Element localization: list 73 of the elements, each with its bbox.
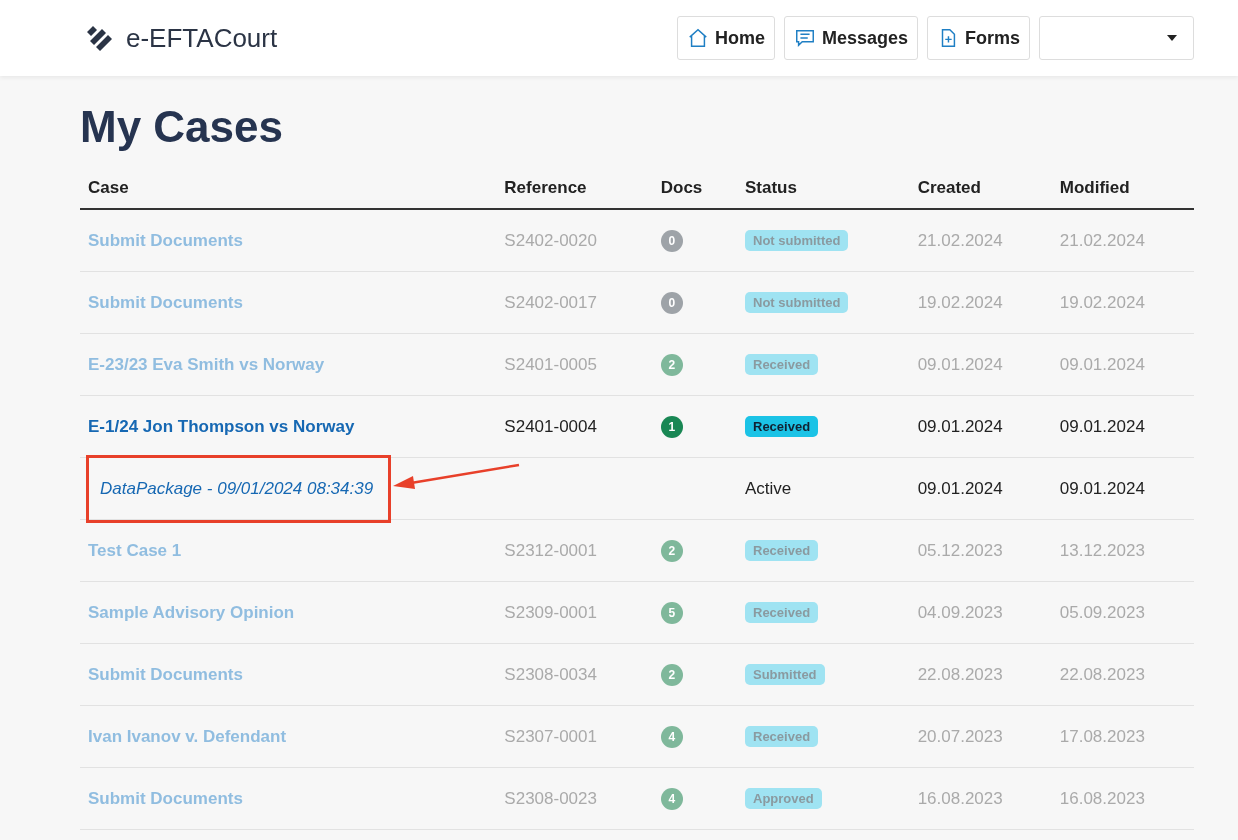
case-link[interactable]: Sample Advisory Opinion bbox=[88, 602, 295, 622]
status-badge: Not submitted bbox=[745, 230, 849, 251]
status-badge: Received bbox=[745, 540, 819, 561]
date-text: 20.07.2023 bbox=[917, 726, 1003, 746]
case-link[interactable]: E-23/23 Eva Smith vs Norway bbox=[88, 354, 325, 374]
case-link[interactable]: Submit Documents bbox=[88, 230, 243, 250]
case-link[interactable]: DataPackage - 09/01/2024 08:34:39 bbox=[100, 478, 374, 498]
reference-text: S2308-0023 bbox=[504, 788, 597, 808]
date-text: 16.08.2023 bbox=[1059, 788, 1145, 808]
nav-button[interactable]: Home bbox=[676, 16, 775, 60]
date-text: 09.01.2024 bbox=[917, 354, 1003, 374]
case-link[interactable]: Submit Documents bbox=[88, 788, 243, 808]
document-count-badge: 5 bbox=[660, 601, 683, 624]
date-text: 22.08.2023 bbox=[917, 664, 1003, 684]
date-text: 17.08.2023 bbox=[1059, 726, 1145, 746]
column-header: Modified bbox=[1051, 178, 1194, 209]
document-count-badge: 0 bbox=[660, 229, 683, 252]
message-icon bbox=[793, 27, 816, 49]
date-text: 21.02.2024 bbox=[917, 230, 1003, 250]
reference-text: S2402-0017 bbox=[504, 292, 597, 312]
date-text: 13.12.2023 bbox=[1059, 540, 1145, 560]
status-badge: Not submitted bbox=[745, 292, 849, 313]
reference-text: S2402-0020 bbox=[504, 230, 597, 250]
dropdown-select[interactable] bbox=[1039, 16, 1194, 60]
date-text: 16.08.2023 bbox=[917, 788, 1003, 808]
status-badge: Received bbox=[745, 602, 819, 623]
date-text: 09.01.2024 bbox=[1059, 478, 1145, 498]
date-text: 19.02.2024 bbox=[917, 292, 1003, 312]
document-count-badge: 4 bbox=[660, 725, 683, 748]
case-link[interactable]: Submit Documents bbox=[88, 664, 243, 684]
column-header: Created bbox=[909, 178, 1052, 209]
document-count-badge: 1 bbox=[660, 415, 683, 438]
column-header: Reference bbox=[496, 178, 653, 209]
page-title: My Cases bbox=[80, 102, 284, 152]
date-text: 19.02.2024 bbox=[1059, 292, 1145, 312]
document-count-badge: 2 bbox=[660, 353, 683, 376]
date-text: 22.08.2023 bbox=[1059, 664, 1145, 684]
reference-text: S2312-0001 bbox=[504, 540, 597, 560]
nav-button[interactable]: Messages bbox=[783, 16, 918, 60]
status-badge: Received bbox=[745, 726, 819, 747]
reference-text: S2401-0004 bbox=[504, 416, 597, 436]
document-count-badge: 0 bbox=[660, 291, 683, 314]
nav-button[interactable]: Forms bbox=[927, 16, 1030, 60]
status-badge: Received bbox=[745, 354, 819, 375]
reference-text: S2401-0005 bbox=[504, 354, 597, 374]
site-logo-text[interactable]: e-EFTACourt bbox=[126, 22, 278, 54]
column-header: Case bbox=[80, 178, 497, 209]
date-text: 09.01.2024 bbox=[1059, 416, 1145, 436]
column-header: Docs bbox=[652, 178, 737, 209]
case-link[interactable]: Submit Documents bbox=[88, 292, 243, 312]
case-link[interactable]: Test Case 1 bbox=[88, 540, 182, 560]
status-text: Active bbox=[745, 478, 792, 498]
document-count-badge: 2 bbox=[660, 539, 683, 562]
document-count-badge: 4 bbox=[660, 787, 683, 810]
date-text: 05.12.2023 bbox=[917, 540, 1003, 560]
document-count-badge: 2 bbox=[660, 663, 683, 686]
reference-text: S2307-0001 bbox=[504, 726, 597, 746]
case-link[interactable]: E-1/24 Jon Thompson vs Norway bbox=[88, 416, 355, 436]
caret-icon bbox=[1167, 35, 1177, 41]
date-text: 09.01.2024 bbox=[917, 478, 1003, 498]
home-icon bbox=[686, 27, 709, 49]
case-link[interactable]: Ivan Ivanov v. Defendant bbox=[88, 726, 287, 746]
date-text: 09.01.2024 bbox=[917, 416, 1003, 436]
status-badge: Received bbox=[745, 416, 819, 437]
date-text: 21.02.2024 bbox=[1059, 230, 1145, 250]
column-header: Status bbox=[737, 178, 910, 209]
reference-text: S2309-0001 bbox=[504, 602, 597, 622]
date-text: 04.09.2023 bbox=[917, 602, 1003, 622]
status-badge: Approved bbox=[745, 788, 822, 809]
reference-text: S2308-0034 bbox=[504, 664, 597, 684]
status-badge: Submitted bbox=[745, 664, 825, 685]
date-text: 09.01.2024 bbox=[1059, 354, 1145, 374]
date-text: 05.09.2023 bbox=[1059, 602, 1145, 622]
